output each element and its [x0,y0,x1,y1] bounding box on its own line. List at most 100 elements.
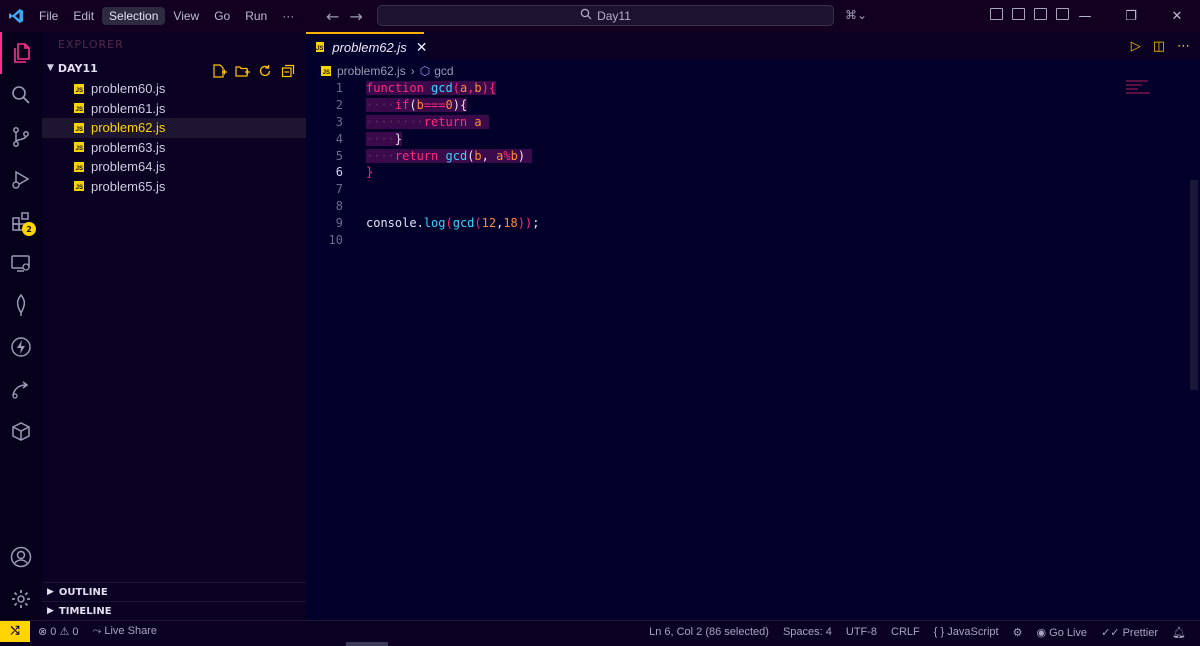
code-editor[interactable]: 1 function gcd(a,b){ 2 ····if(b===0){ 3 … [306,80,1186,248]
source-control-icon[interactable] [0,116,42,158]
js-file-icon: JS [74,181,84,192]
horizontal-scrollbar-thumb[interactable] [346,642,388,646]
breadcrumb-file[interactable]: problem62.js [337,64,406,78]
extensions-icon[interactable]: 2 [0,200,42,242]
extensions-badge: 2 [22,222,36,236]
js-file-icon: JS [74,83,84,94]
code-text: ····return gcd(b, a%b) [366,148,533,163]
forward-arrow-icon[interactable]: → [349,7,362,26]
problems-indicator[interactable]: ⊗ 0 ⚠ 0 [38,625,79,638]
toggle-sidebar-icon[interactable] [1012,8,1025,20]
function-symbol-icon: ⬡ [419,64,431,78]
line-number: 7 [335,182,343,197]
collapse-all-icon[interactable] [281,64,296,78]
js-file-icon: JS [74,142,84,153]
go-live-button[interactable]: ◉ Go Live [1036,626,1087,639]
tab-problem62[interactable]: JS problem62.js ✕ [306,32,428,60]
horizontal-scrollbar[interactable] [0,642,1200,646]
vertical-scrollbar[interactable] [1188,80,1200,540]
restore-icon[interactable]: ❐ [1108,0,1154,32]
file-item-problem63[interactable]: JS problem63.js [42,138,306,158]
indentation[interactable]: Spaces: 4 [783,626,832,638]
code-line: 2 ····if(b===0){ [306,97,1186,114]
new-folder-icon[interactable] [235,64,250,78]
timeline-section[interactable]: ▶ TIMELINE [42,601,306,620]
activity-bar: 2 [0,32,42,620]
code-line: 1 function gcd(a,b){ [306,80,1186,97]
thunder-client-icon[interactable] [0,326,42,368]
copilot-icon[interactable]: ⌘⌄ [845,8,867,22]
search-view-icon[interactable] [0,74,42,116]
command-center-search[interactable]: Day11 [377,5,834,26]
line-number: 4 [335,131,343,146]
language-mode[interactable]: { } JavaScript [934,626,999,638]
menu-go[interactable]: Go [207,7,237,25]
menu-edit[interactable]: Edit [66,7,101,25]
mongodb-leaf-icon[interactable] [0,284,42,326]
breadcrumb: JS problem62.js › ⬡ gcd [306,60,1200,82]
menu-run[interactable]: Run [238,7,274,25]
live-share-icon[interactable] [0,368,42,410]
line-number: 2 [335,98,343,113]
code-line: 6 } [306,164,1186,181]
menu-view[interactable]: View [166,7,206,25]
docker-box-icon[interactable] [0,410,42,452]
notifications-bell-icon[interactable]: 🔔︎ [1172,626,1186,639]
tab-label: problem62.js [332,39,407,55]
outline-section[interactable]: ▶ OUTLINE [42,582,306,601]
js-file-icon: JS [321,66,331,76]
remote-explorer-icon[interactable] [0,242,42,284]
cursor-position[interactable]: Ln 6, Col 2 (86 selected) [649,626,769,638]
run-file-icon[interactable]: ▷ [1131,39,1141,54]
code-line: 5 ····return gcd(b, a%b) [306,147,1186,164]
sidebar-sections: ▶ OUTLINE ▶ TIMELINE [42,582,306,620]
customize-layout-icon[interactable] [990,8,1003,20]
js-file-icon: JS [74,103,84,114]
line-number: 1 [335,81,343,96]
live-share-status[interactable]: ⤳ Live Share [93,625,157,638]
split-editor-icon[interactable]: ◫ [1153,39,1165,54]
scrollbar-thumb[interactable] [1190,180,1198,390]
file-item-problem62[interactable]: JS problem62.js [42,118,306,138]
back-arrow-icon[interactable]: ← [326,7,339,26]
line-number-current: 6 [335,165,343,180]
explorer-icon[interactable] [0,32,42,74]
minimize-icon[interactable]: — [1062,0,1108,32]
refresh-icon[interactable] [258,64,273,78]
close-tab-icon[interactable]: ✕ [416,39,428,56]
code-line: 7 [306,181,1186,198]
feedback-icon[interactable]: ⚙ [1013,626,1023,639]
file-item-problem61[interactable]: JS problem61.js [42,99,306,119]
code-line: 4 ····} [306,130,1186,147]
breadcrumb-symbol[interactable]: gcd [434,64,453,78]
toggle-panel-icon[interactable] [1034,8,1047,20]
file-list: JS problem60.js JS problem61.js JS problem6… [42,79,306,196]
close-window-icon[interactable]: ✕ [1154,0,1200,32]
code-text: ····} [366,131,403,146]
code-text: ········return a [366,114,489,129]
line-number: 3 [335,114,343,129]
new-file-icon[interactable] [212,64,227,78]
code-line: 9 console.log(gcd(12,18)); [306,214,1186,231]
prettier-status[interactable]: ✓✓ Prettier [1101,626,1158,639]
line-number: 5 [335,148,343,163]
accounts-icon[interactable] [0,536,42,578]
run-debug-icon[interactable] [0,158,42,200]
menu-more[interactable]: ··· [275,7,301,25]
end-of-line[interactable]: CRLF [891,626,920,638]
folder-name: DAY11 [57,61,98,75]
minimap[interactable] [1126,80,1186,100]
file-item-problem64[interactable]: JS problem64.js [42,157,306,177]
settings-gear-icon[interactable] [0,578,42,620]
title-bar: File Edit Selection View Go Run ··· ← → … [0,0,1200,32]
tab-bar: JS problem62.js ✕ ▷ ◫ ⋯ [306,32,1200,60]
more-actions-icon[interactable]: ⋯ [1177,39,1190,54]
encoding[interactable]: UTF-8 [846,626,877,638]
file-item-problem60[interactable]: JS problem60.js [42,79,306,99]
menu-selection[interactable]: Selection [102,7,166,25]
file-item-problem65[interactable]: JS problem65.js [42,177,306,197]
remote-indicator-icon[interactable]: ⤭ [0,620,30,643]
code-text: ····if(b===0){ [366,98,468,113]
menu-file[interactable]: File [32,7,65,25]
chevron-right-icon: ▶ [47,587,54,597]
